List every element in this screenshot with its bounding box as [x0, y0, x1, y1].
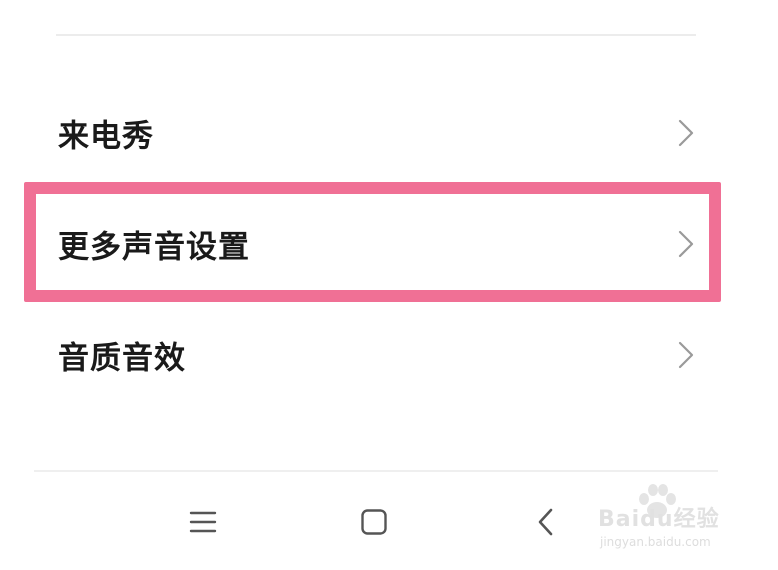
menu-button[interactable] — [183, 502, 223, 542]
settings-item-audio-quality[interactable]: 音质音效 — [0, 310, 778, 400]
watermark-brand: Baidu经验 — [598, 507, 720, 532]
settings-item-more-sound-settings[interactable]: 更多声音设置 — [0, 199, 778, 289]
menu-icon — [189, 511, 217, 533]
chevron-right-icon — [678, 341, 694, 369]
settings-item-caller-show[interactable]: 来电秀 — [0, 88, 778, 178]
baidu-jingyan-watermark: Baidu经验 jingyan.baidu.com — [592, 483, 742, 555]
settings-item-label: 来电秀 — [58, 118, 154, 155]
chevron-right-icon — [678, 119, 694, 147]
top-divider — [56, 34, 696, 36]
home-icon — [361, 509, 387, 535]
chevron-right-icon — [678, 230, 694, 258]
home-button[interactable] — [354, 502, 394, 542]
back-button[interactable] — [526, 502, 566, 542]
watermark-url: jingyan.baidu.com — [600, 535, 711, 549]
settings-item-label: 音质音效 — [58, 340, 186, 377]
back-icon — [538, 508, 553, 536]
settings-item-label: 更多声音设置 — [58, 229, 250, 266]
